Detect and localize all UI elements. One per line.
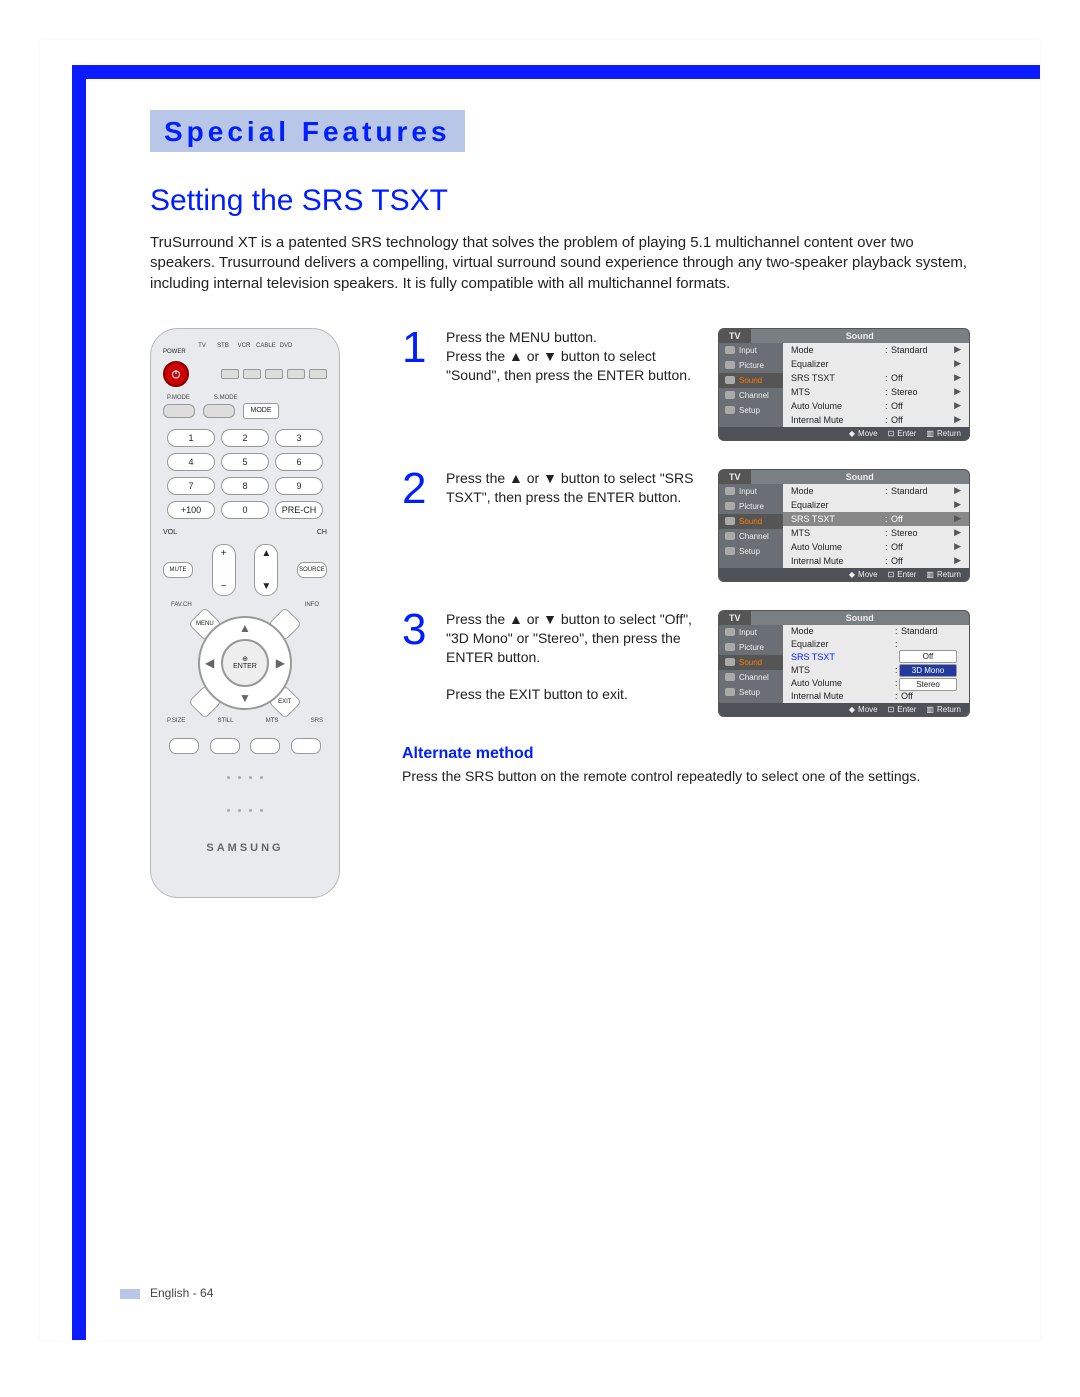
mode-button: MODE <box>243 403 279 419</box>
num-1: 1 <box>167 429 215 447</box>
step-2: 2 Press the ▲ or ▼ button to select "SRS… <box>402 469 970 582</box>
osd-side-channel: Channel <box>719 388 783 403</box>
step-1: 1 Press the MENU button.Press the ▲ or ▼… <box>402 328 970 441</box>
source-button: SOURCE <box>297 562 327 578</box>
mute-button: MUTE <box>163 562 193 578</box>
osd-side-channel: Channel <box>719 670 783 685</box>
intro-paragraph: TruSurround XT is a patented SRS technol… <box>150 233 970 294</box>
osd-side-setup: Setup <box>719 544 783 559</box>
osd-side-sound: Sound <box>719 655 783 670</box>
volume-rocker: +− <box>212 544 236 596</box>
num-+100: +100 <box>167 501 215 519</box>
osd-side-picture: Picture <box>719 499 783 514</box>
osd-side-input: Input <box>719 625 783 640</box>
osd-screenshot: TVSound InputPictureSoundChannelSetup Mo… <box>718 610 970 717</box>
osd-side-input: Input <box>719 343 783 358</box>
channel-rocker: ▲▼ <box>254 544 278 596</box>
page-title: Setting the SRS TSXT <box>150 184 970 218</box>
osd-side-sound: Sound <box>719 373 783 388</box>
osd-side-picture: Picture <box>719 640 783 655</box>
step-text: Press the ▲ or ▼ button to select "Off",… <box>446 610 704 717</box>
num-2: 2 <box>221 429 269 447</box>
step-text: Press the ▲ or ▼ button to select "SRS T… <box>446 469 704 582</box>
osd-screenshot: TVSound InputPictureSoundChannelSetup Mo… <box>718 328 970 441</box>
num-3: 3 <box>275 429 323 447</box>
enter-button: ⊕ENTER <box>221 639 269 687</box>
osd-side-sound: Sound <box>719 514 783 529</box>
num-4: 4 <box>167 453 215 471</box>
chapter-heading: Special Features <box>150 110 465 152</box>
srs-button <box>291 738 321 754</box>
alternate-text: Press the SRS button on the remote contr… <box>402 767 970 786</box>
num-9: 9 <box>275 477 323 495</box>
num-0: 0 <box>221 501 269 519</box>
step-number: 2 <box>402 469 432 582</box>
step-number: 3 <box>402 610 432 717</box>
step-number: 1 <box>402 328 432 441</box>
power-button-icon <box>163 361 189 387</box>
num-7: 7 <box>167 477 215 495</box>
osd-side-channel: Channel <box>719 529 783 544</box>
num-5: 5 <box>221 453 269 471</box>
osd-side-setup: Setup <box>719 403 783 418</box>
num-8: 8 <box>221 477 269 495</box>
osd-screenshot: TVSound InputPictureSoundChannelSetup Mo… <box>718 469 970 582</box>
num-PRE-CH: PRE-CH <box>275 501 323 519</box>
remote-illustration: TV STB VCR CABLE DVD POWER <box>150 328 340 898</box>
osd-side-picture: Picture <box>719 358 783 373</box>
osd-side-input: Input <box>719 484 783 499</box>
osd-side-setup: Setup <box>719 685 783 700</box>
num-6: 6 <box>275 453 323 471</box>
nav-ring: ▲▼ ◀▶ ⊕ENTER <box>198 616 292 710</box>
step-3: 3 Press the ▲ or ▼ button to select "Off… <box>402 610 970 717</box>
alternate-heading: Alternate method <box>402 745 970 763</box>
step-text: Press the MENU button.Press the ▲ or ▼ b… <box>446 328 704 441</box>
page-footer: English - 64 <box>120 1286 213 1300</box>
brand-logo: SAMSUNG <box>163 842 327 854</box>
